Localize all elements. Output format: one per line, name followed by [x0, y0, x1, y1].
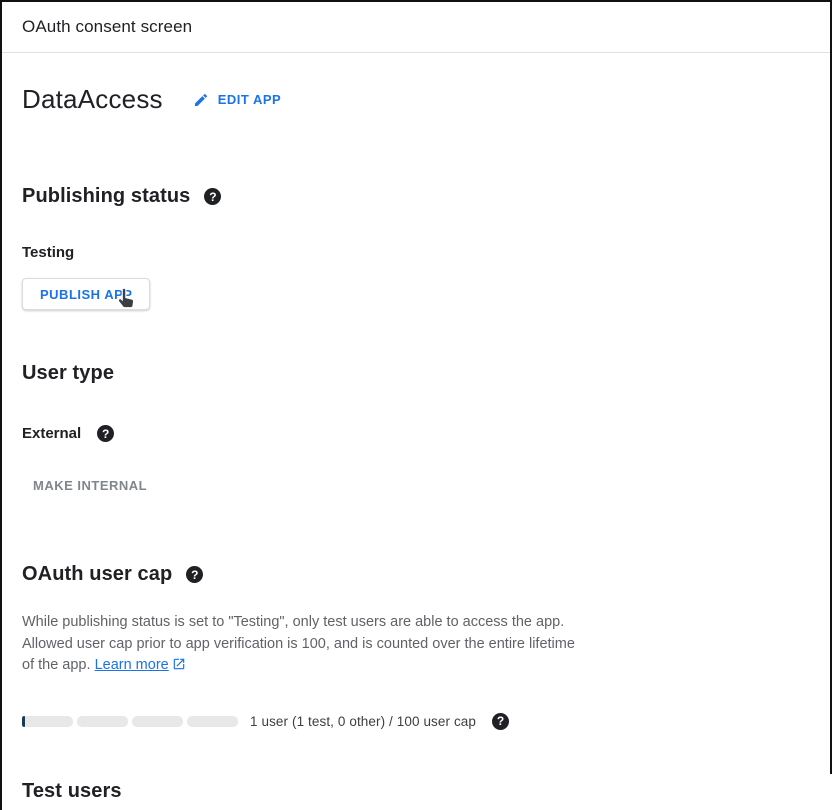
user-type-help-icon[interactable]: ?	[97, 425, 114, 442]
progress-segment	[187, 716, 238, 727]
user-cap-usage-help-icon[interactable]: ?	[492, 713, 509, 730]
publishing-status-value: Testing	[22, 244, 832, 261]
publish-app-button[interactable]: PUBLISH APP	[22, 278, 150, 310]
oauth-consent-screen-page: OAuth consent screen DataAccess EDIT APP…	[0, 0, 832, 810]
test-users-section: Test users	[22, 780, 832, 803]
user-cap-description: While publishing status is set to "Testi…	[22, 612, 582, 679]
user-type-section: User type External ? MAKE INTERNAL	[22, 362, 832, 499]
user-type-value: External	[22, 425, 81, 442]
publishing-status-help-icon[interactable]: ?	[204, 188, 221, 205]
progress-segment	[132, 716, 183, 727]
publishing-status-heading-row: Publishing status ?	[22, 185, 832, 208]
user-cap-progress-row: 1 user (1 test, 0 other) / 100 user cap …	[22, 713, 832, 730]
test-users-heading-row: Test users	[22, 780, 832, 803]
page-title: OAuth consent screen	[22, 17, 192, 37]
user-type-heading: User type	[22, 362, 114, 385]
user-cap-progress-fill	[22, 716, 25, 727]
test-users-heading: Test users	[22, 780, 122, 803]
user-cap-usage-label: 1 user (1 test, 0 other) / 100 user cap	[250, 714, 476, 729]
user-type-value-row: External ?	[22, 425, 832, 442]
user-type-heading-row: User type	[22, 362, 832, 385]
make-internal-label: MAKE INTERNAL	[33, 478, 147, 493]
page-header: OAuth consent screen	[2, 2, 832, 53]
edit-app-button[interactable]: EDIT APP	[185, 86, 289, 114]
open-in-new-icon	[172, 657, 186, 679]
learn-more-label: Learn more	[95, 657, 169, 673]
user-cap-heading: OAuth user cap	[22, 563, 172, 586]
publishing-status-heading: Publishing status	[22, 185, 190, 208]
publish-app-label: PUBLISH APP	[40, 287, 132, 302]
progress-segment	[22, 716, 73, 727]
edit-app-label: EDIT APP	[218, 92, 281, 107]
app-header-row: DataAccess EDIT APP	[22, 84, 832, 115]
main-content: DataAccess EDIT APP Publishing status ? …	[2, 84, 832, 803]
publishing-status-section: Publishing status ? Testing PUBLISH APP	[22, 185, 832, 310]
help-glyph: ?	[209, 191, 216, 203]
edit-pencil-icon	[193, 92, 209, 108]
progress-segment	[77, 716, 128, 727]
help-glyph: ?	[102, 428, 109, 440]
oauth-user-cap-section: OAuth user cap ? While publishing status…	[22, 563, 832, 730]
help-glyph: ?	[497, 715, 504, 727]
user-cap-progress-bar	[22, 716, 238, 727]
help-glyph: ?	[191, 569, 198, 581]
user-cap-heading-row: OAuth user cap ?	[22, 563, 832, 586]
make-internal-button[interactable]: MAKE INTERNAL	[25, 472, 155, 499]
user-cap-help-icon[interactable]: ?	[186, 566, 203, 583]
learn-more-link[interactable]: Learn more	[95, 657, 169, 673]
app-name: DataAccess	[22, 84, 163, 115]
